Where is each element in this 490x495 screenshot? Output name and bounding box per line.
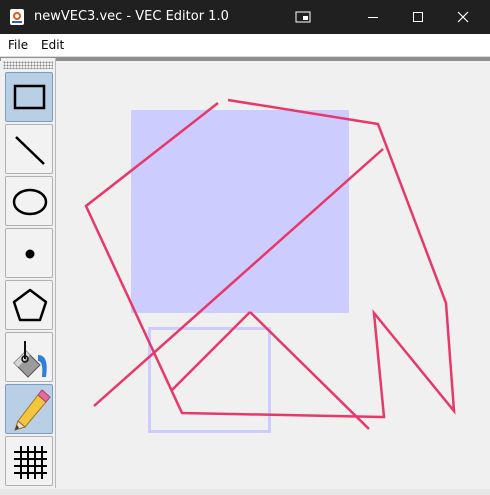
- pen-line-shape: [249, 311, 370, 430]
- pen-line-shape: [170, 311, 251, 392]
- restore-window-button[interactable]: [280, 0, 326, 34]
- paint-bucket-icon: [13, 341, 47, 378]
- pentagon-icon: [12, 288, 48, 322]
- tool-palette: [1, 58, 56, 488]
- tool-ellipse[interactable]: [5, 176, 53, 226]
- menu-file[interactable]: File: [8, 37, 28, 53]
- tool-rectangle[interactable]: [5, 72, 53, 122]
- drawing-canvas[interactable]: [56, 61, 488, 489]
- tool-line[interactable]: [5, 124, 53, 174]
- point-icon: [25, 249, 35, 259]
- minimize-button[interactable]: [350, 0, 396, 34]
- menu-bar: File Edit: [0, 34, 490, 57]
- line-icon: [15, 136, 45, 165]
- window-bottom-edge: [0, 489, 490, 495]
- window-restore-icon: [295, 11, 311, 23]
- tool-grid[interactable]: [5, 436, 53, 486]
- java-app-icon: [10, 9, 24, 25]
- menu-edit[interactable]: Edit: [41, 37, 64, 53]
- app-window: newVEC3.vec - VEC Editor 1.0 File Edit: [0, 0, 490, 495]
- window-title: newVEC3.vec - VEC Editor 1.0: [34, 9, 229, 24]
- tool-point[interactable]: [5, 228, 53, 278]
- pencil-icon: [14, 389, 51, 431]
- filled-rectangle-shape: [131, 110, 349, 313]
- tool-polygon[interactable]: [5, 280, 53, 330]
- maximize-button[interactable]: [395, 0, 441, 34]
- title-bar[interactable]: newVEC3.vec - VEC Editor 1.0: [0, 0, 490, 34]
- grid-icon: [14, 446, 47, 479]
- minimize-icon: [368, 17, 378, 18]
- rectangle-icon: [13, 84, 46, 110]
- toolbar-grip[interactable]: [3, 61, 53, 69]
- ellipse-icon: [12, 188, 48, 216]
- tool-pen[interactable]: [5, 384, 53, 434]
- close-icon: [457, 11, 469, 23]
- tool-fill[interactable]: [5, 332, 53, 382]
- maximize-icon: [413, 12, 423, 22]
- canvas-shapes: [84, 98, 456, 433]
- close-button[interactable]: [440, 0, 486, 34]
